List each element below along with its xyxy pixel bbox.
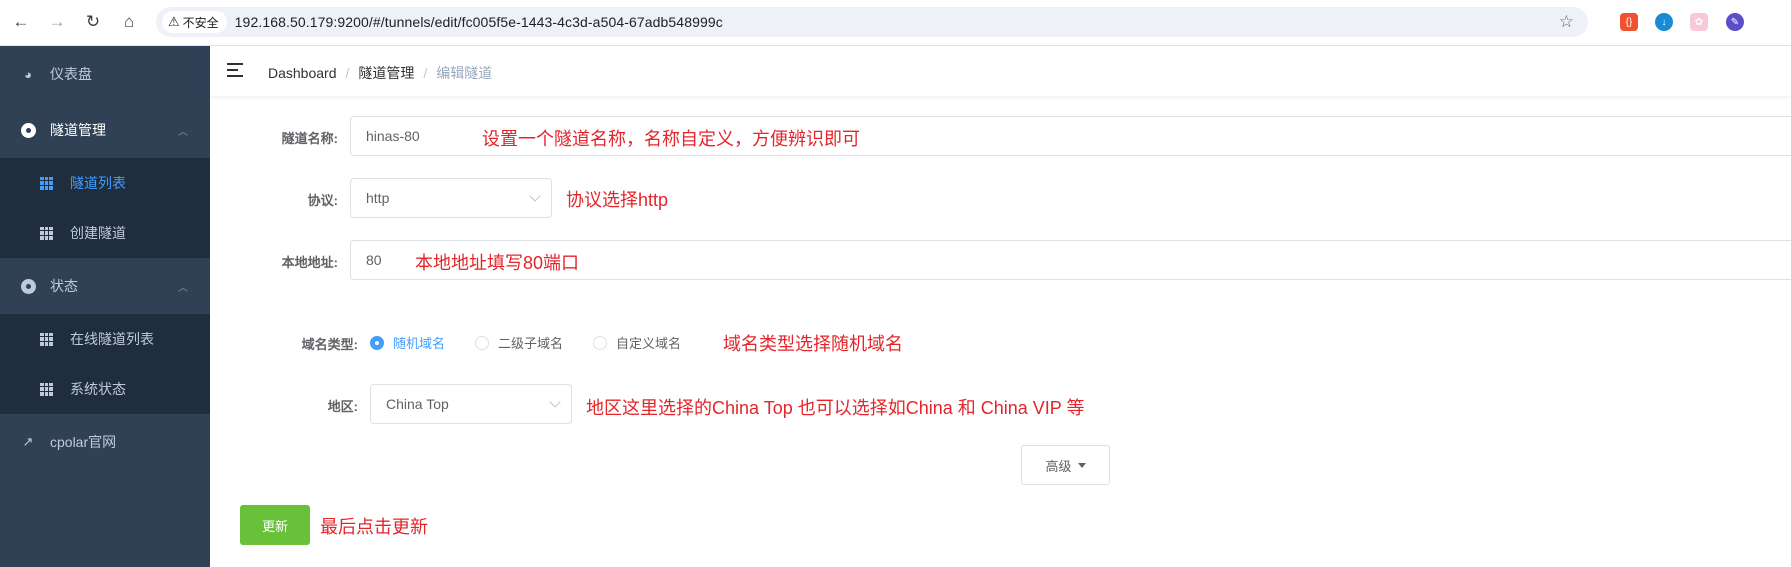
sidebar-item-label: 隧道管理 <box>50 122 106 138</box>
region-label: 地区: <box>327 399 358 414</box>
domain-type-label: 域名类型: <box>301 337 358 352</box>
local-address-label: 本地地址: <box>281 255 338 270</box>
tunnel-name-value: hinas-80 <box>366 128 420 144</box>
browser-toolbar: ← → ↻ ⌂ ⚠ 不安全 192.168.50.179:9200/#/tunn… <box>0 0 1791 46</box>
radio-subdomain[interactable]: 二级子域名 <box>475 333 563 352</box>
warning-icon: ⚠ <box>168 14 180 29</box>
breadcrumb-tunnel-management[interactable]: 隧道管理 <box>358 63 414 83</box>
radio-random-domain[interactable]: 随机域名 <box>370 333 445 352</box>
annotation-name: 设置一个隧道名称，名称自定义，方便辨识即可 <box>482 129 860 149</box>
sidebar-item-label: 创建隧道 <box>70 225 126 241</box>
protocol-select[interactable]: http <box>350 178 552 218</box>
topbar: Dashboard / 隧道管理 / 编辑隧道 <box>210 46 1791 96</box>
caret-down-icon <box>1077 462 1086 468</box>
radio-label: 二级子域名 <box>498 336 564 351</box>
table-icon <box>40 382 53 396</box>
table-icon <box>40 176 53 190</box>
sidebar-item-label: 状态 <box>50 278 78 294</box>
breadcrumb: Dashboard / 隧道管理 / 编辑隧道 <box>268 63 492 83</box>
reload-icon[interactable]: ↻ <box>82 11 104 33</box>
extension-download-icon[interactable]: ↓ <box>1655 13 1673 31</box>
annotation-local: 本地地址填写80端口 <box>415 253 580 273</box>
back-icon[interactable]: ← <box>10 11 32 33</box>
circle-icon <box>20 278 36 294</box>
update-button[interactable]: 更新 <box>240 505 310 545</box>
sidebar-item-label: 在线隧道列表 <box>70 331 154 347</box>
security-indicator[interactable]: ⚠ 不安全 <box>162 11 227 33</box>
forward-icon[interactable]: → <box>46 11 68 33</box>
chevron-up-icon: ︿ <box>178 282 188 294</box>
sidebar-item-label: cpolar官网 <box>50 434 117 450</box>
radio-custom-domain[interactable]: 自定义域名 <box>593 333 681 352</box>
sidebar-item-create-tunnel[interactable]: 创建隧道 <box>0 208 210 258</box>
radio-dot[interactable] <box>475 335 490 350</box>
table-icon <box>40 226 53 240</box>
advanced-dropdown-button[interactable]: 高级 <box>1021 445 1110 485</box>
protocol-value: http <box>366 190 390 206</box>
sidebar-item-online-tunnels[interactable]: 在线隧道列表 <box>0 314 210 364</box>
sidebar-item-label: 仪表盘 <box>50 66 92 82</box>
breadcrumb-edit-tunnel: 编辑隧道 <box>436 65 493 81</box>
update-label: 更新 <box>261 518 288 534</box>
external-link-icon: ↗ <box>22 434 34 449</box>
circle-icon <box>20 122 36 138</box>
region-value: China Top <box>386 396 449 412</box>
table-icon <box>40 332 53 346</box>
sidebar-item-status[interactable]: 状态 ︿ <box>0 258 210 314</box>
sidebar-item-dashboard[interactable]: ◕ 仪表盘 <box>0 46 210 102</box>
breadcrumb-separator: / <box>423 65 428 81</box>
sidebar: ◕ 仪表盘 隧道管理 ︿ 隧道列表 创建隧道 状态 ︿ 在线隧道列表 系统状态 … <box>0 46 210 567</box>
extension-bow-icon[interactable]: ✿ <box>1690 13 1708 31</box>
protocol-label: 协议: <box>307 193 338 208</box>
security-label: 不安全 <box>182 15 219 30</box>
annotation-protocol: 协议选择http <box>566 190 669 210</box>
advanced-label: 高级 <box>1045 458 1072 474</box>
sidebar-item-tunnel-list[interactable]: 隧道列表 <box>0 158 210 208</box>
menu-toggle-icon[interactable] <box>227 62 245 78</box>
extension-json-icon[interactable]: {} <box>1620 13 1638 31</box>
domain-type-radio-group: 随机域名 二级子域名 自定义域名 <box>370 333 711 352</box>
sidebar-item-label: 隧道列表 <box>70 175 126 191</box>
bookmark-star-icon[interactable]: ☆ <box>1559 12 1574 32</box>
extension-pen-icon[interactable]: ✎ <box>1726 13 1744 31</box>
breadcrumb-dashboard[interactable]: Dashboard <box>268 65 337 81</box>
breadcrumb-separator: / <box>345 65 350 81</box>
sidebar-item-tunnel-management[interactable]: 隧道管理 ︿ <box>0 102 210 158</box>
radio-dot[interactable] <box>593 335 608 350</box>
chevron-down-icon <box>549 396 561 408</box>
annotation-region: 地区这里选择的China Top 也可以选择如China 和 China VIP… <box>586 398 1085 418</box>
sidebar-item-label: 系统状态 <box>70 381 126 397</box>
address-bar[interactable]: ⚠ 不安全 192.168.50.179:9200/#/tunnels/edit… <box>156 7 1588 37</box>
chevron-up-icon: ︿ <box>178 126 188 138</box>
radio-label: 自定义域名 <box>616 336 682 351</box>
radio-dot[interactable] <box>370 335 384 350</box>
radio-label: 随机域名 <box>393 336 446 351</box>
annotation-domain: 域名类型选择随机域名 <box>723 334 903 354</box>
sidebar-item-system-status[interactable]: 系统状态 <box>0 364 210 414</box>
dashboard-icon: ◕ <box>24 66 32 82</box>
home-icon[interactable]: ⌂ <box>118 11 140 33</box>
local-address-value: 80 <box>366 252 382 268</box>
annotation-update: 最后点击更新 <box>320 517 428 537</box>
region-select[interactable]: China Top <box>370 384 572 424</box>
url-text[interactable]: 192.168.50.179:9200/#/tunnels/edit/fc005… <box>235 14 723 30</box>
sidebar-item-cpolar-site[interactable]: ↗ cpolar官网 <box>0 414 210 470</box>
tunnel-name-label: 隧道名称: <box>281 131 338 146</box>
chevron-down-icon <box>529 190 541 202</box>
